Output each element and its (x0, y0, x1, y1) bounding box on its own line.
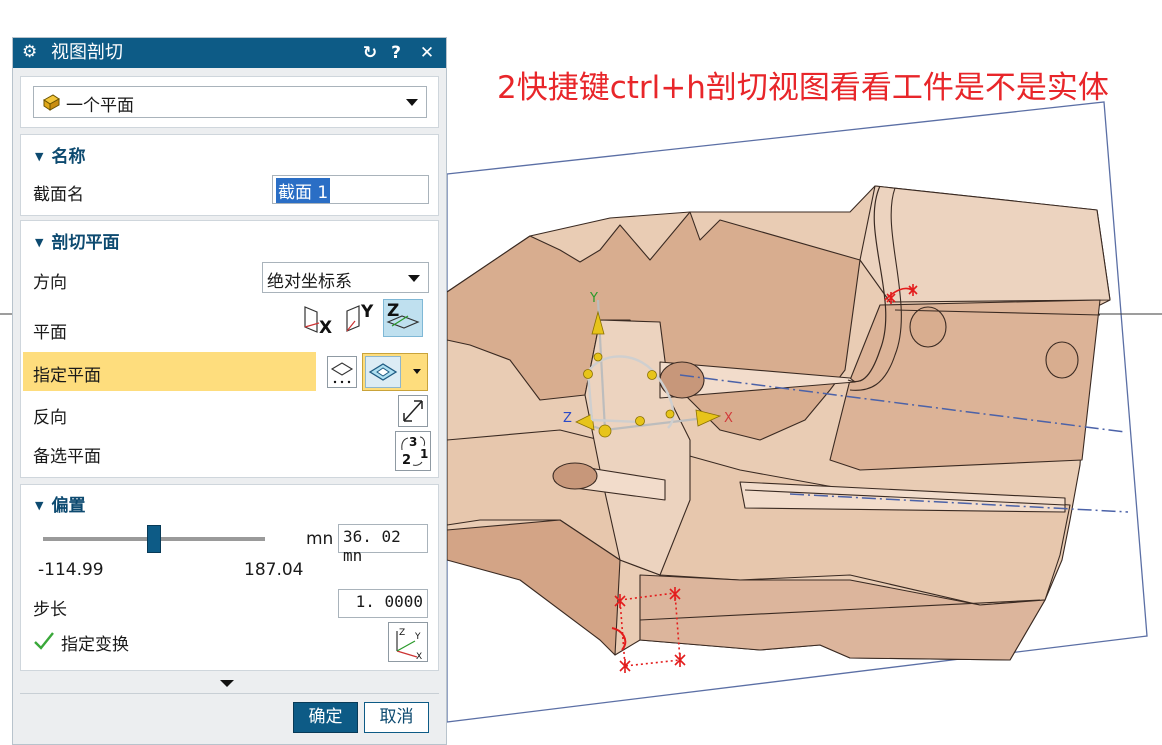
inferred-plane-select[interactable] (362, 353, 428, 391)
section-name-field[interactable]: 截面 1 (272, 175, 429, 204)
section-name-label: 截面名 (33, 185, 84, 205)
plane-y-icon: Y (346, 302, 374, 332)
collapse-triangle-icon: ▼ (35, 150, 44, 163)
view-section-dialog: ⚙ 视图剖切 ↻ ? ✕ 一个平面 ▼ 名称 截面名 截面 1 ▼ 剖切平面 方向 … (12, 37, 447, 745)
offset-value-field[interactable]: 36. 02 mn (338, 524, 428, 565)
offset-slider-thumb[interactable] (147, 525, 161, 553)
plane-y-letter: Y (360, 302, 374, 322)
offset-unit-label: mn (306, 529, 334, 549)
plane-section-header[interactable]: ▼ 剖切平面 (35, 228, 119, 253)
plane-z-button[interactable]: Z (383, 299, 423, 337)
specify-plane-row[interactable]: 指定平面 (23, 352, 316, 391)
offset-section-title: 偏置 (51, 496, 86, 516)
name-section-header[interactable]: ▼ 名称 (35, 142, 85, 167)
section-type-select[interactable]: 一个平面 (33, 86, 427, 118)
cutting-plane-panel: ▼ 剖切平面 方向 绝对坐标系 平面 X Y Z 指定平面 反向 备选平面 3 … (20, 220, 439, 478)
alternate-cycle-icon: 3 2 1 (401, 435, 428, 468)
triad-label-x: X (724, 411, 733, 426)
offset-max-label: 187.04 (244, 560, 304, 580)
offset-panel: ▼ 偏置 mn 36. 02 mn -114.99 187.04 步长 1. 00… (20, 484, 439, 671)
checkmark-icon (34, 632, 54, 650)
step-value-field[interactable]: 1. 0000 (338, 589, 428, 618)
reverse-direction-button[interactable] (398, 395, 428, 427)
collapse-triangle-icon: ▼ (35, 236, 44, 249)
transform-label: 指定变换 (61, 635, 129, 655)
alternate-plane-label: 备选平面 (33, 447, 101, 467)
plane-x-icon: X (304, 306, 332, 338)
footer-divider (20, 693, 439, 694)
triad-label-y: Y (589, 291, 598, 306)
triad-label-z: Z (563, 411, 572, 426)
cancel-button[interactable]: 取消 (364, 702, 429, 733)
plane-label: 平面 (33, 323, 67, 343)
csys-x: X (416, 652, 422, 661)
offset-min-label: -114.99 (38, 560, 104, 580)
csys-z: Z (399, 628, 405, 638)
ok-button[interactable]: 确定 (293, 702, 358, 733)
plane-dialog-button[interactable] (327, 356, 357, 388)
section-name-value: 截面 1 (276, 178, 331, 203)
inferred-plane-icon (365, 356, 401, 388)
plane-y-button[interactable]: Y (343, 299, 379, 337)
name-section-title: 名称 (51, 147, 86, 167)
chevron-down-icon (408, 274, 420, 282)
section-type-value: 一个平面 (66, 96, 134, 116)
specify-plane-label: 指定平面 (33, 366, 101, 386)
direction-label: 方向 (33, 273, 67, 293)
reverse-label: 反向 (33, 408, 67, 428)
plane-dialog-icon (330, 362, 354, 384)
section-type-icon (43, 94, 60, 111)
collapse-triangle-icon: ▼ (35, 499, 44, 512)
dialog-title: 视图剖切 (51, 42, 123, 63)
plane-z-letter: Z (387, 301, 399, 321)
alt-digit-3: 3 (409, 435, 417, 449)
offset-slider-track[interactable] (43, 525, 265, 553)
step-label: 步长 (33, 600, 67, 620)
chevron-down-icon (406, 99, 418, 106)
transform-button[interactable]: Z Y X (388, 622, 428, 662)
chevron-down-icon (413, 369, 421, 374)
type-panel: 一个平面 (20, 76, 439, 128)
reset-icon[interactable]: ↻ (359, 41, 381, 65)
direction-select[interactable]: 绝对坐标系 (262, 262, 429, 293)
plane-x-button[interactable]: X (301, 299, 337, 338)
alternate-plane-button[interactable]: 3 2 1 (395, 431, 431, 471)
alt-digit-1: 1 (420, 447, 428, 461)
name-panel: ▼ 名称 截面名 截面 1 (20, 134, 439, 216)
offset-section-header[interactable]: ▼ 偏置 (35, 491, 85, 516)
csys-y: Y (414, 632, 421, 642)
plane-section-title: 剖切平面 (51, 233, 120, 253)
gear-icon: ⚙ (22, 42, 38, 62)
annotation-text: 2快捷键ctrl+h剖切视图看看工件是不是实体 (497, 70, 1109, 106)
workpiece-model[interactable] (446, 185, 1111, 661)
csys-icon: Z Y X (396, 628, 422, 662)
alt-digit-2: 2 (402, 453, 411, 468)
step-value: 1. 0000 (355, 592, 423, 611)
plane-z-icon: Z (386, 301, 420, 329)
direction-value: 绝对坐标系 (267, 272, 352, 292)
more-options-expander[interactable] (220, 680, 234, 687)
offset-value: 36. 02 mn (343, 527, 401, 565)
dialog-titlebar[interactable]: ⚙ 视图剖切 ↻ ? ✕ (13, 38, 446, 68)
help-icon[interactable]: ? (385, 41, 407, 65)
close-icon[interactable]: ✕ (416, 41, 438, 65)
reverse-arrows-icon (403, 400, 423, 422)
plane-x-letter: X (319, 318, 332, 337)
